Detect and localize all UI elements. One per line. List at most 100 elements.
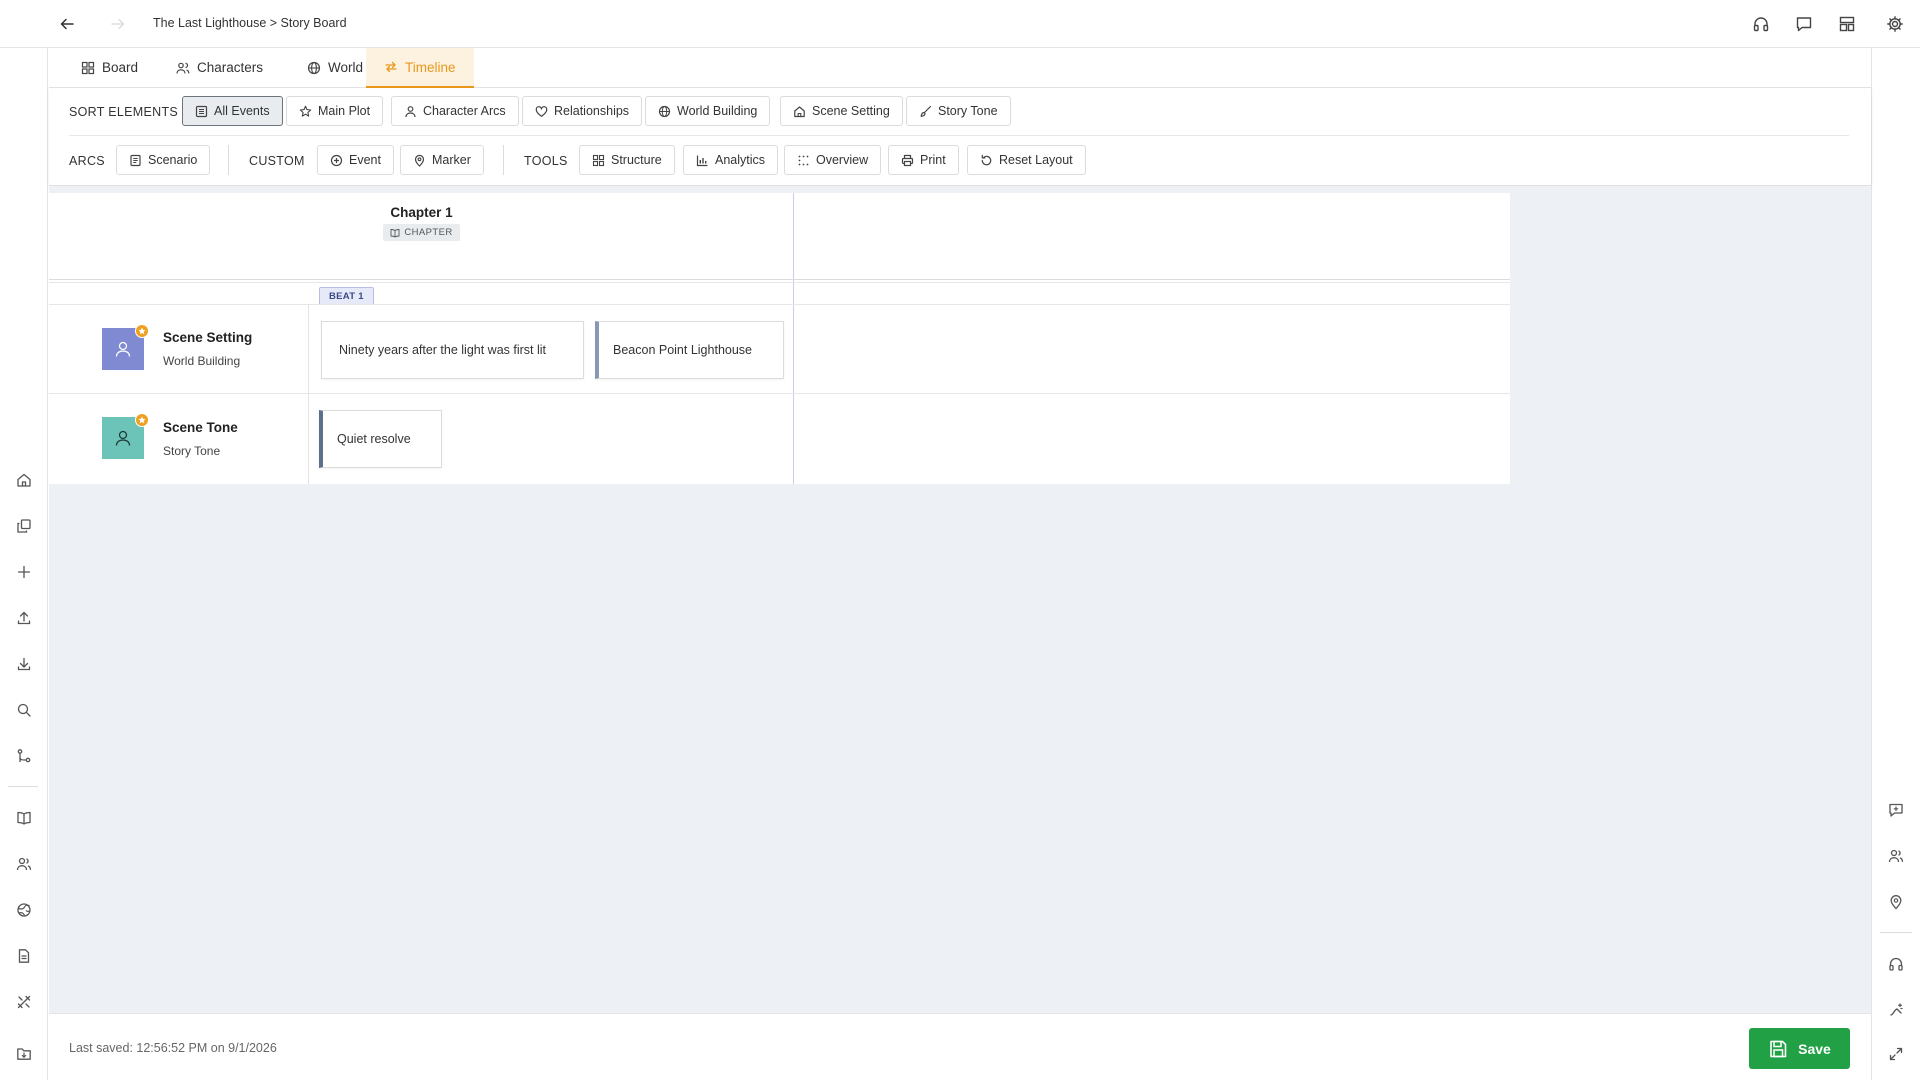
branch-icon[interactable] <box>12 744 36 768</box>
button-label: All Events <box>214 104 270 118</box>
filter-relationships-button[interactable]: Relationships <box>522 96 643 126</box>
event-card[interactable]: Quiet resolve <box>319 410 442 468</box>
view-tabs: Board Characters World Timeline <box>49 48 1871 88</box>
button-label: Reset Layout <box>999 153 1073 167</box>
avatar <box>102 413 149 459</box>
row-title: Scene Setting <box>163 330 253 345</box>
users-icon[interactable] <box>1884 844 1908 868</box>
reset-icon <box>981 154 992 165</box>
plus-circle-icon <box>330 154 343 166</box>
tab-characters[interactable]: Characters <box>158 48 281 87</box>
event-card[interactable]: Beacon Point Lighthouse <box>595 321 784 379</box>
chapter-divider <box>793 193 794 484</box>
footer: Last saved: 12:56:52 PM on 9/1/2026 Save <box>49 1013 1871 1080</box>
forward-icon[interactable] <box>106 12 130 36</box>
add-icon[interactable] <box>12 560 36 584</box>
button-label: Scenario <box>148 153 198 167</box>
save-button[interactable]: Save <box>1749 1028 1850 1069</box>
beat-tag[interactable]: BEAT 1 <box>319 287 374 304</box>
button-label: Character Arcs <box>423 104 506 118</box>
row-header-scene-setting[interactable]: Scene Setting World Building <box>49 305 309 393</box>
add-marker-button[interactable]: Marker <box>400 145 484 175</box>
arc-scenario-button[interactable]: Scenario <box>116 145 211 175</box>
brush-icon <box>920 105 932 117</box>
globe-icon[interactable] <box>12 898 36 922</box>
tab-timeline[interactable]: Timeline <box>366 48 474 88</box>
tool-reset-layout-button[interactable]: Reset Layout <box>967 145 1086 175</box>
document-icon <box>130 154 141 166</box>
book-icon[interactable] <box>12 806 36 830</box>
home-icon[interactable] <box>12 468 36 492</box>
add-event-button[interactable]: Event <box>317 145 394 175</box>
event-card[interactable]: Ninety years after the light was first l… <box>321 321 584 379</box>
chat-icon[interactable] <box>1792 12 1816 36</box>
upload-icon[interactable] <box>12 606 36 630</box>
person-icon <box>115 430 131 446</box>
arcs-label: ARCS <box>69 154 105 168</box>
tab-board[interactable]: Board <box>63 48 156 87</box>
star-badge-icon <box>135 413 149 427</box>
button-label: Print <box>920 153 946 167</box>
globe-icon <box>658 105 671 117</box>
star-badge-icon <box>135 324 149 338</box>
save-icon <box>1770 1040 1787 1057</box>
star-icon <box>299 105 312 117</box>
button-label: Marker <box>432 153 471 167</box>
headphones-icon[interactable] <box>1884 952 1908 976</box>
location-icon <box>414 154 425 167</box>
tools-label: TOOLS <box>524 154 568 168</box>
button-label: Scene Setting <box>812 104 890 118</box>
timeline-canvas: Chapter 1 CHAPTER BEAT 1 Scene Setting W… <box>49 187 1871 1013</box>
chapter-badge: CHAPTER <box>383 224 460 241</box>
location-icon[interactable] <box>1884 890 1908 914</box>
grid-icon <box>81 61 95 74</box>
button-label: Analytics <box>715 153 766 167</box>
top-bar: The Last Lighthouse > Story Board <box>0 0 1920 48</box>
filter-character-arcs-button[interactable]: Character Arcs <box>391 96 519 126</box>
tool-print-button[interactable]: Print <box>888 145 959 175</box>
filter-world-building-button[interactable]: World Building <box>645 96 771 126</box>
tab-label: World <box>328 60 364 75</box>
filter-story-tone-button[interactable]: Story Tone <box>906 96 1011 126</box>
home-icon <box>794 105 805 117</box>
last-saved-text: Last saved: 12:56:52 PM on 9/1/2026 <box>69 1041 277 1055</box>
chapter-header[interactable]: Chapter 1 CHAPTER <box>49 193 794 280</box>
layout-icon[interactable] <box>1835 12 1859 36</box>
grid-icon <box>592 154 605 166</box>
tool-structure-button[interactable]: Structure <box>579 145 675 175</box>
book-icon <box>390 228 400 238</box>
filter-scene-setting-button[interactable]: Scene Setting <box>780 96 903 126</box>
button-label: World Building <box>677 104 758 118</box>
row-header-scene-tone[interactable]: Scene Tone Story Tone <box>49 394 309 484</box>
dots-grid-icon <box>798 155 809 165</box>
timeline-board: Chapter 1 CHAPTER BEAT 1 Scene Setting W… <box>49 193 1510 484</box>
expand-icon[interactable] <box>1884 1042 1908 1066</box>
avatar <box>102 324 149 370</box>
toolbar-separator <box>228 145 229 175</box>
back-icon[interactable] <box>55 12 79 36</box>
add-comment-icon[interactable] <box>1884 798 1908 822</box>
save-label: Save <box>1798 1040 1831 1057</box>
row-subtitle: World Building <box>163 354 241 368</box>
folder-download-icon[interactable] <box>12 1042 36 1066</box>
search-icon[interactable] <box>12 698 36 722</box>
magic-icon[interactable] <box>1884 998 1908 1022</box>
download-icon[interactable] <box>12 652 36 676</box>
heart-icon <box>535 105 548 117</box>
row-subtitle: Story Tone <box>163 444 221 458</box>
button-label: Main Plot <box>318 104 371 118</box>
button-label: Overview <box>816 153 869 167</box>
filter-all-events-button[interactable]: All Events <box>182 96 283 126</box>
tools-icon[interactable] <box>12 990 36 1014</box>
tool-analytics-button[interactable]: Analytics <box>683 145 779 175</box>
chapter-title: Chapter 1 <box>390 205 453 220</box>
tool-overview-button[interactable]: Overview <box>784 145 882 175</box>
button-label: Relationships <box>554 104 630 118</box>
copy-icon[interactable] <box>12 514 36 538</box>
filter-main-plot-button[interactable]: Main Plot <box>286 96 384 126</box>
users-icon[interactable] <box>12 852 36 876</box>
custom-label: CUSTOM <box>249 154 305 168</box>
settings-icon[interactable] <box>1883 12 1907 36</box>
document-icon[interactable] <box>12 944 36 968</box>
headphones-icon[interactable] <box>1749 12 1773 36</box>
